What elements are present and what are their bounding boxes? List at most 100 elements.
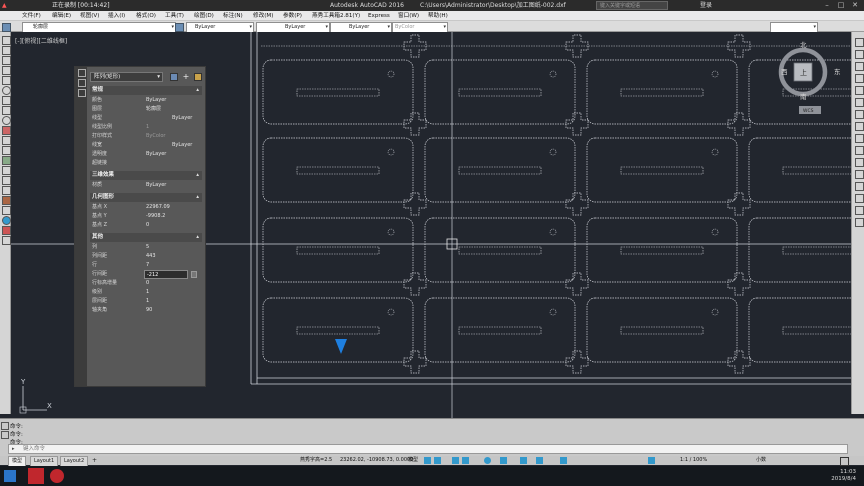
make-current-icon[interactable] xyxy=(175,23,184,32)
menu-window[interactable]: 窗口(W) xyxy=(398,11,419,21)
grid-icon[interactable] xyxy=(424,457,431,464)
close-icon[interactable]: ✕ xyxy=(848,0,862,11)
menu-help[interactable]: 帮助(H) xyxy=(428,11,448,21)
insert-block-icon[interactable] xyxy=(2,126,11,135)
menu-dimension[interactable]: 标注(N) xyxy=(223,11,243,21)
prop-row[interactable]: 透明度 ByLayer xyxy=(88,150,198,159)
menu-parametric[interactable]: 参数(P) xyxy=(283,11,302,21)
ortho-icon[interactable] xyxy=(452,457,459,464)
prop-row[interactable]: 超链接 xyxy=(88,159,198,168)
menu-yanxiu[interactable]: 燕秀工具箱2.81(Y) xyxy=(312,11,360,21)
wcs-menu[interactable]: WCS xyxy=(803,108,814,114)
object-type-dropdown[interactable]: 阵列(矩形) ▾ xyxy=(90,72,163,82)
prop-row-active[interactable]: 行间距 -212 xyxy=(88,270,198,279)
erase-icon[interactable] xyxy=(855,38,864,47)
explode-icon[interactable] xyxy=(855,218,864,227)
section-3d-effects[interactable]: 三维效果 ▴ xyxy=(90,171,202,180)
prop-row[interactable]: 线宽 ByLayer xyxy=(88,141,198,150)
add-selected-icon[interactable] xyxy=(2,206,11,215)
chamfer-icon[interactable] xyxy=(855,194,864,203)
menu-edit[interactable]: 编辑(E) xyxy=(52,11,71,21)
clock[interactable]: 11:03 2019/8/4 xyxy=(831,469,856,483)
lineweight-icon[interactable] xyxy=(520,457,527,464)
prop-row[interactable]: 材质 ByLayer xyxy=(88,181,198,190)
command-input[interactable]: ▸ 键入命令 xyxy=(8,444,848,454)
ellipse-icon[interactable] xyxy=(2,116,11,125)
close-icon[interactable] xyxy=(1,422,9,430)
prop-row[interactable]: 轴夹角 90 xyxy=(88,306,198,315)
copy-icon[interactable] xyxy=(855,50,864,59)
join-icon[interactable] xyxy=(855,182,864,191)
mirror-icon[interactable] xyxy=(2,236,11,245)
circle-icon[interactable] xyxy=(2,86,11,95)
extend-icon[interactable] xyxy=(855,158,864,167)
rectangle-icon[interactable] xyxy=(2,66,11,75)
toggle-pickadd-icon[interactable] xyxy=(170,73,178,81)
menu-modify[interactable]: 修改(M) xyxy=(253,11,273,21)
section-geometry[interactable]: 几何图形 ▴ xyxy=(90,193,202,202)
copy-icon[interactable] xyxy=(2,226,11,235)
hatch-icon[interactable] xyxy=(2,156,11,165)
menu-express[interactable]: Express xyxy=(368,11,390,21)
fillet-icon[interactable] xyxy=(855,206,864,215)
customization-icon[interactable] xyxy=(840,457,849,466)
section-general[interactable]: 常规 ▴ xyxy=(90,86,202,95)
menu-insert[interactable]: 插入(I) xyxy=(108,11,125,21)
windows-start-icon[interactable] xyxy=(4,470,16,482)
autohide-icon[interactable] xyxy=(78,79,86,87)
table-icon[interactable] xyxy=(2,186,11,195)
prop-row[interactable]: 行7 xyxy=(88,261,198,270)
prop-row[interactable]: 线型 ByLayer xyxy=(88,114,198,123)
prop-row[interactable]: 列5 xyxy=(88,243,198,252)
coordinates-readout[interactable]: 23262.02, -10908.73, 0.0000 xyxy=(340,456,413,465)
annotation-scale[interactable]: 1:1 / 100% xyxy=(680,456,707,465)
prop-row[interactable]: 列间距 443 xyxy=(88,252,198,261)
gradient-icon[interactable] xyxy=(2,166,11,175)
make-block-icon[interactable] xyxy=(2,136,11,145)
mirror-icon[interactable] xyxy=(855,62,864,71)
close-icon[interactable] xyxy=(78,69,86,77)
autocad-taskbar-icon[interactable] xyxy=(28,468,44,484)
menu-draw[interactable]: 绘图(D) xyxy=(194,11,214,21)
menu-file[interactable]: 文件(F) xyxy=(22,11,41,21)
point-icon[interactable] xyxy=(2,146,11,155)
layer-properties-icon[interactable] xyxy=(2,23,11,32)
line-icon[interactable] xyxy=(2,36,11,45)
menu-tools[interactable]: 工具(T) xyxy=(165,11,184,21)
units-button[interactable]: 小数 xyxy=(756,456,766,465)
prop-row[interactable]: 线型比例 1 xyxy=(88,123,198,132)
trim-icon[interactable] xyxy=(855,146,864,155)
break-icon[interactable] xyxy=(855,170,864,179)
menu-format[interactable]: 格式(O) xyxy=(136,11,156,21)
prop-row[interactable]: 基点 Y -9908.2 xyxy=(88,212,198,221)
palette-options-icon[interactable] xyxy=(78,89,86,97)
viewcube-east[interactable]: 东 xyxy=(834,67,841,76)
row-spacing-input[interactable]: -212 xyxy=(144,270,188,279)
section-misc[interactable]: 其他 ▴ xyxy=(90,233,202,242)
rotate-icon[interactable] xyxy=(855,110,864,119)
spline-icon[interactable] xyxy=(2,106,11,115)
otrack-icon[interactable] xyxy=(500,457,507,464)
arc-icon[interactable] xyxy=(2,76,11,85)
help-search-input[interactable]: 键入关键字或短语 xyxy=(596,1,668,10)
viewport-controls[interactable]: [-][俯视][二维线框] xyxy=(15,37,67,45)
snap-icon[interactable] xyxy=(434,457,441,464)
prop-row[interactable]: 层间距 1 xyxy=(88,297,198,306)
prop-row[interactable]: 基点 X 22967.09 xyxy=(88,203,198,212)
prop-row[interactable]: 行标高增量 0 xyxy=(88,279,198,288)
scale-icon[interactable] xyxy=(855,122,864,131)
prop-row[interactable]: 图层 轮廓层 xyxy=(88,105,198,114)
model-space-button[interactable]: 模型 xyxy=(408,456,418,465)
add-layout-icon[interactable]: + xyxy=(92,456,97,465)
viewcube-north[interactable]: 北 xyxy=(800,41,807,49)
offset-icon[interactable] xyxy=(855,74,864,83)
mtext-icon[interactable] xyxy=(2,196,11,205)
move-icon[interactable] xyxy=(855,98,864,107)
maximize-icon[interactable]: □ xyxy=(834,0,848,11)
prop-row[interactable]: 级别 1 xyxy=(88,288,198,297)
stretch-icon[interactable] xyxy=(855,134,864,143)
viewcube-top-face[interactable]: 上 xyxy=(800,68,807,77)
minimize-icon[interactable]: – xyxy=(820,0,834,11)
settings-icon[interactable] xyxy=(1,431,9,439)
quick-select-icon[interactable] xyxy=(194,73,202,81)
